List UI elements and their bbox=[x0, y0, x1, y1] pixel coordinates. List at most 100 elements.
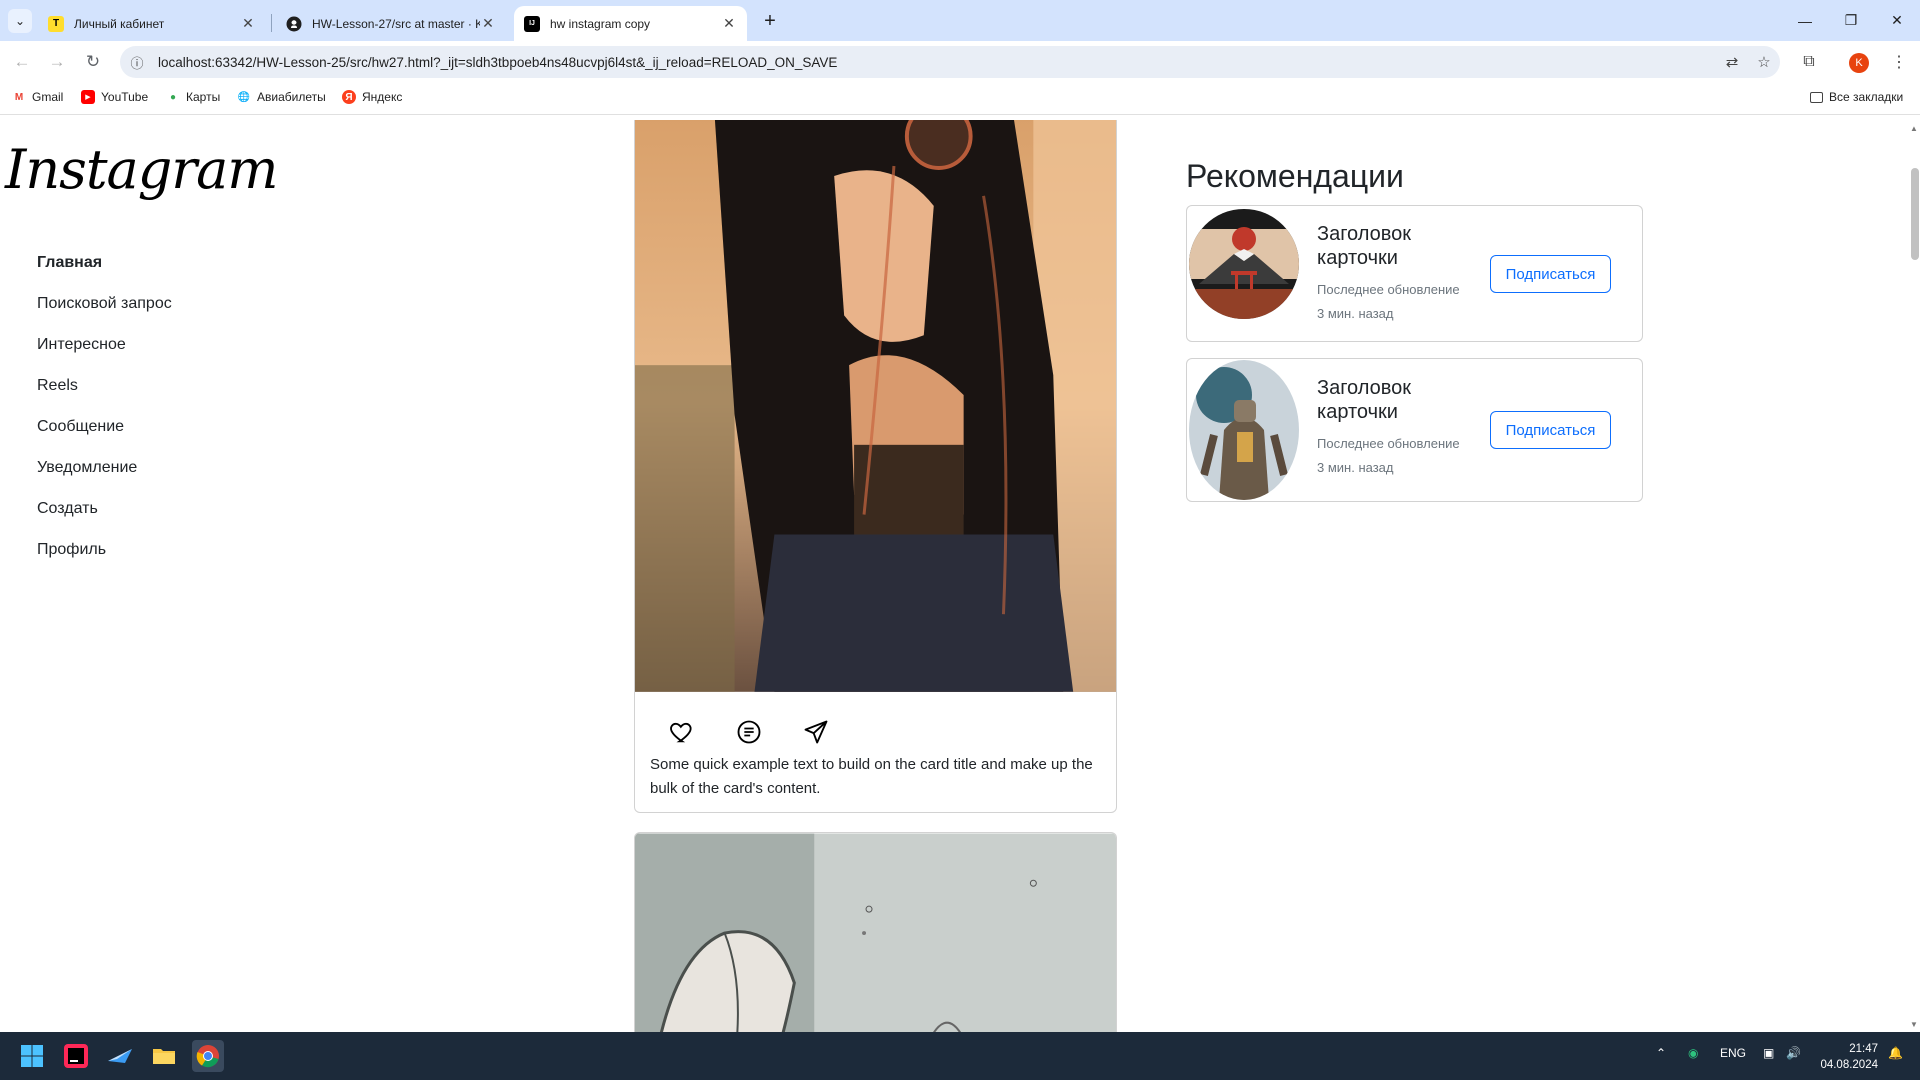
bookmark-maps[interactable]: ● Карты bbox=[166, 90, 220, 104]
comment-button[interactable] bbox=[734, 717, 764, 747]
post-actions bbox=[635, 693, 1116, 747]
minimize-button[interactable]: — bbox=[1782, 0, 1828, 41]
tab-hw-instagram[interactable]: IJ hw instagram copy ✕ bbox=[514, 6, 747, 41]
tab-divider bbox=[271, 14, 272, 32]
close-window-button[interactable]: ✕ bbox=[1874, 0, 1920, 41]
post-image[interactable] bbox=[635, 120, 1116, 693]
nav-messages[interactable]: Сообщение bbox=[37, 418, 172, 459]
instagram-logo[interactable]: Instagram bbox=[5, 138, 278, 201]
forward-button[interactable]: → bbox=[43, 48, 71, 76]
restore-icon: ❐ bbox=[1844, 12, 1858, 28]
tinkoff-icon: T bbox=[48, 15, 64, 32]
taskbar: ⌃ ◉ ENG ▣ 🔊 21:47 04.08.2024 🔔 bbox=[0, 1032, 1920, 1080]
close-icon[interactable]: ✕ bbox=[480, 15, 496, 32]
windows-icon bbox=[21, 1045, 43, 1067]
card-avatar[interactable] bbox=[1189, 360, 1299, 500]
nav-profile[interactable]: Профиль bbox=[37, 541, 172, 582]
puzzle-icon: ⧉ bbox=[1803, 53, 1815, 70]
network-icon[interactable]: ▣ bbox=[1763, 1046, 1774, 1060]
send-icon bbox=[804, 720, 828, 744]
subscribe-button[interactable]: Подписаться bbox=[1490, 255, 1611, 293]
nav-reels[interactable]: Reels bbox=[37, 377, 172, 418]
clock-time: 21:47 bbox=[1849, 1043, 1878, 1055]
card-updated-label: Последнее обновление bbox=[1317, 436, 1460, 451]
bookmark-yandex[interactable]: Я Яндекс bbox=[342, 90, 402, 104]
nav-search[interactable]: Поисковой запрос bbox=[37, 295, 172, 336]
tray-chevron-up-icon[interactable]: ⌃ bbox=[1656, 1046, 1666, 1060]
chrome-icon bbox=[196, 1045, 219, 1068]
nav-notifications[interactable]: Уведомление bbox=[37, 459, 172, 500]
scroll-up-icon[interactable]: ▲ bbox=[1910, 124, 1918, 133]
tab-github[interactable]: HW-Lesson-27/src at master · K ✕ bbox=[276, 6, 506, 41]
profile-avatar[interactable]: K bbox=[1849, 53, 1869, 73]
bookmarks-bar: M Gmail ▶ YouTube ● Карты 🌐 Авиабилеты Я… bbox=[0, 83, 1920, 115]
share-button[interactable] bbox=[801, 717, 831, 747]
language-indicator[interactable]: ENG bbox=[1720, 1046, 1746, 1060]
scroll-down-icon[interactable]: ▼ bbox=[1910, 1020, 1918, 1029]
card-avatar[interactable] bbox=[1189, 209, 1299, 319]
windows-start-button[interactable] bbox=[16, 1040, 48, 1072]
tab-personal-cabinet[interactable]: T Личный кабинет ✕ bbox=[38, 6, 266, 41]
folder-icon bbox=[1810, 91, 1823, 103]
all-bookmarks[interactable]: Все закладки bbox=[1810, 90, 1903, 104]
nav-create[interactable]: Создать bbox=[37, 500, 172, 541]
tab-title: Личный кабинет bbox=[74, 16, 165, 31]
clock-date: 04.08.2024 bbox=[1820, 1059, 1878, 1071]
site-info-icon[interactable]: ⓘ bbox=[120, 53, 154, 72]
translate-icon[interactable]: ⇄ bbox=[1716, 53, 1748, 71]
post-card bbox=[634, 832, 1117, 1032]
taskbar-chrome[interactable] bbox=[192, 1040, 224, 1072]
folder-icon bbox=[153, 1049, 175, 1064]
youtube-icon: ▶ bbox=[81, 90, 95, 104]
menu-button[interactable]: ⋮ bbox=[1885, 48, 1913, 76]
tab-search-button[interactable]: ⌄ bbox=[8, 9, 32, 33]
address-bar[interactable]: ⓘ localhost:63342/HW-Lesson-25/src/hw27.… bbox=[120, 46, 1780, 78]
close-icon[interactable]: ✕ bbox=[721, 15, 737, 32]
system-clock[interactable]: 21:47 04.08.2024 bbox=[1818, 1041, 1878, 1073]
kebab-menu-icon: ⋮ bbox=[1891, 54, 1907, 71]
intellij-icon bbox=[64, 1044, 88, 1068]
reload-icon: ↻ bbox=[85, 52, 101, 71]
chevron-down-icon: ⌄ bbox=[14, 14, 26, 28]
notification-bell-icon[interactable]: 🔔 bbox=[1888, 1046, 1903, 1060]
map-pin-icon: ● bbox=[169, 91, 177, 103]
url-text[interactable]: localhost:63342/HW-Lesson-25/src/hw27.ht… bbox=[154, 55, 1716, 70]
post-card: Some quick example text to build on the … bbox=[634, 120, 1117, 813]
page-scrollbar[interactable]: ▲ ▼ bbox=[1908, 120, 1920, 1032]
close-icon[interactable]: ✕ bbox=[240, 15, 256, 32]
card-title: Заголовок карточки bbox=[1317, 223, 1412, 269]
subscribe-button[interactable]: Подписаться bbox=[1490, 411, 1611, 449]
taskbar-file-explorer[interactable] bbox=[148, 1040, 180, 1072]
arrow-right-icon: → bbox=[48, 52, 66, 71]
bookmark-flights[interactable]: 🌐 Авиабилеты bbox=[237, 90, 326, 104]
new-tab-button[interactable]: + bbox=[757, 8, 783, 34]
bookmark-youtube[interactable]: ▶ YouTube bbox=[81, 90, 148, 104]
post-text: Some quick example text to build on the … bbox=[650, 756, 1093, 797]
extensions-button[interactable]: ⧉ bbox=[1795, 48, 1823, 76]
bookmark-label: Gmail bbox=[32, 90, 64, 104]
star-icon[interactable]: ☆ bbox=[1748, 53, 1780, 71]
taskbar-app[interactable] bbox=[104, 1040, 136, 1072]
nav-home[interactable]: Главная bbox=[37, 254, 172, 295]
security-shield-icon[interactable]: ◉ bbox=[1688, 1046, 1698, 1060]
card-updated-label: Последнее обновление bbox=[1317, 282, 1460, 297]
restore-button[interactable]: ❐ bbox=[1828, 0, 1874, 41]
back-button[interactable]: ← bbox=[8, 48, 36, 76]
nav-explore[interactable]: Интересное bbox=[37, 336, 172, 377]
card-time: 3 мин. назад bbox=[1317, 460, 1394, 475]
card-time: 3 мин. назад bbox=[1317, 306, 1394, 321]
gmail-icon: M bbox=[14, 91, 24, 103]
taskbar-intellij[interactable] bbox=[60, 1040, 92, 1072]
close-icon: ✕ bbox=[1891, 12, 1903, 28]
reload-button[interactable]: ↻ bbox=[79, 48, 107, 76]
volume-icon[interactable]: 🔊 bbox=[1786, 1046, 1801, 1060]
github-icon bbox=[286, 16, 302, 32]
bookmark-gmail[interactable]: M Gmail bbox=[12, 90, 64, 104]
globe-icon: 🌐 bbox=[237, 91, 251, 103]
paper-plane-icon bbox=[108, 1049, 132, 1063]
tab-strip: ⌄ T Личный кабинет ✕ HW-Lesson-27/src at… bbox=[0, 0, 1920, 41]
scroll-thumb[interactable] bbox=[1911, 168, 1919, 260]
tab-title: hw instagram copy bbox=[550, 16, 651, 31]
post-image[interactable] bbox=[635, 833, 1116, 1032]
like-button[interactable] bbox=[667, 717, 697, 747]
